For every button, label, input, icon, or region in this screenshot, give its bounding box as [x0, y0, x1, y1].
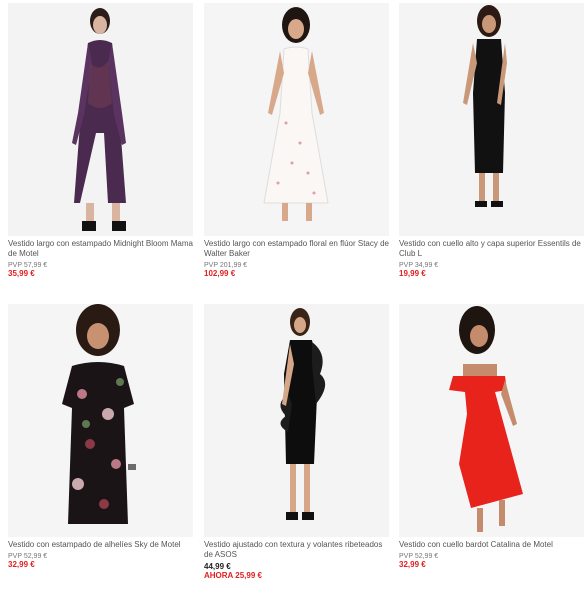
sale-price: AHORA 25,99 € [204, 571, 262, 580]
black-ruffle-bodycon-dress-photo[interactable] [204, 304, 389, 537]
sale-price: 35,99 € [8, 269, 35, 278]
product-title[interactable]: Vestido con estampado de alhelíes Sky de… [8, 540, 193, 550]
product-card[interactable]: Vestido largo con estampado floral en fl… [204, 3, 389, 283]
product-title[interactable]: Vestido largo con estampado Midnight Blo… [8, 239, 193, 259]
sale-price: 32,99 € [8, 560, 35, 569]
product-card[interactable]: Vestido ajustado con textura y volantes … [204, 304, 389, 584]
product-title[interactable]: Vestido ajustado con textura y volantes … [204, 540, 389, 560]
product-card[interactable]: Vestido largo con estampado Midnight Blo… [8, 3, 193, 283]
product-title[interactable]: Vestido con cuello alto y capa superior … [399, 239, 584, 259]
sale-price: 19,99 € [399, 269, 426, 278]
floral-tea-dress-photo[interactable] [8, 304, 193, 537]
purple-printed-maxi-dress-photo[interactable] [8, 3, 193, 236]
white-floral-maxi-dress-photo[interactable] [204, 3, 389, 236]
red-bardot-dress-photo[interactable] [399, 304, 584, 537]
product-card[interactable]: Vestido con estampado de alhelíes Sky de… [8, 304, 193, 584]
product-card[interactable]: Vestido con cuello alto y capa superior … [399, 3, 584, 283]
product-card[interactable]: Vestido con cuello bardot Catalina de Mo… [399, 304, 584, 584]
black-midi-dress-photo[interactable] [399, 3, 584, 236]
product-title[interactable]: Vestido con cuello bardot Catalina de Mo… [399, 540, 584, 550]
sale-price: 32,99 € [399, 560, 426, 569]
sale-price: 102,99 € [204, 269, 236, 278]
product-title[interactable]: Vestido largo con estampado floral en fl… [204, 239, 389, 259]
